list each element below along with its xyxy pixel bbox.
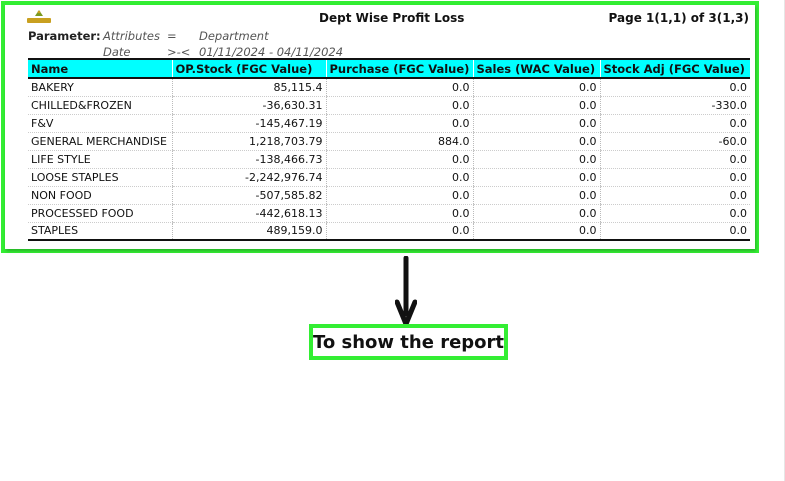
cell-name: NON FOOD <box>28 186 172 205</box>
cell-purchase: 0.0 <box>325 186 473 205</box>
cell-name: LOOSE STAPLES <box>28 168 172 187</box>
cell-stock-adj: -60.0 <box>599 132 750 151</box>
table-row: F&V -145,467.19 0.0 0.0 0.0 <box>28 114 750 133</box>
table-row: BAKERY 85,115.4 0.0 0.0 0.0 <box>28 78 750 97</box>
parameter-key: Date <box>103 45 131 59</box>
cell-op-stock: -36,630.31 <box>171 96 326 115</box>
table-row: LIFE STYLE -138,466.73 0.0 0.0 0.0 <box>28 150 750 169</box>
table-row: LOOSE STAPLES -2,242,976.74 0.0 0.0 0.0 <box>28 168 750 187</box>
cell-purchase: 0.0 <box>325 168 473 187</box>
cell-op-stock: -507,585.82 <box>171 186 326 205</box>
cell-stock-adj: 0.0 <box>599 186 750 205</box>
arrow-down-icon <box>395 256 417 327</box>
logo-mark <box>35 10 43 16</box>
cell-name: GENERAL MERCHANDISE <box>28 132 172 151</box>
cell-op-stock: -138,466.73 <box>171 150 326 169</box>
cell-op-stock: -442,618.13 <box>171 204 326 223</box>
company-logo-icon <box>27 9 51 25</box>
cell-op-stock: 1,218,703.79 <box>171 132 326 151</box>
cell-name: LIFE STYLE <box>28 150 172 169</box>
cell-sales: 0.0 <box>472 186 600 205</box>
parameter-operator: = <box>167 29 177 43</box>
column-header-op-stock: OP.Stock (FGC Value) <box>171 58 326 79</box>
cell-stock-adj: 0.0 <box>599 168 750 187</box>
cell-sales: 0.0 <box>472 222 600 241</box>
cell-op-stock: 85,115.4 <box>171 78 326 97</box>
parameter-key: Attributes <box>103 29 160 43</box>
report-preview: Dept Wise Profit Loss Page 1(1,1) of 3(1… <box>5 5 755 249</box>
cell-stock-adj: -330.0 <box>599 96 750 115</box>
cell-op-stock: -2,242,976.74 <box>171 168 326 187</box>
cell-purchase: 0.0 <box>325 78 473 97</box>
parameter-label: Parameter: <box>28 29 101 43</box>
cell-name: F&V <box>28 114 172 133</box>
cell-sales: 0.0 <box>472 132 600 151</box>
cell-sales: 0.0 <box>472 114 600 133</box>
cell-stock-adj: 0.0 <box>599 204 750 223</box>
cell-op-stock: -145,467.19 <box>171 114 326 133</box>
cell-purchase: 0.0 <box>325 114 473 133</box>
cell-sales: 0.0 <box>472 168 600 187</box>
report-table-body: BAKERY 85,115.4 0.0 0.0 0.0 CHILLED&FROZ… <box>28 78 750 241</box>
cell-purchase: 0.0 <box>325 150 473 169</box>
cell-op-stock: 489,159.0 <box>171 222 326 241</box>
cell-purchase: 0.0 <box>325 222 473 241</box>
table-row: STAPLES 489,159.0 0.0 0.0 0.0 <box>28 222 750 241</box>
cell-stock-adj: 0.0 <box>599 114 750 133</box>
cell-name: CHILLED&FROZEN <box>28 96 172 115</box>
cell-name: BAKERY <box>28 78 172 97</box>
report-table-header: Name OP.Stock (FGC Value) Purchase (FGC … <box>28 58 750 79</box>
table-row: GENERAL MERCHANDISE 1,218,703.79 884.0 0… <box>28 132 750 151</box>
cell-name: PROCESSED FOOD <box>28 204 172 223</box>
cell-sales: 0.0 <box>472 78 600 97</box>
column-header-name: Name <box>28 58 172 79</box>
cell-name: STAPLES <box>28 222 172 241</box>
table-row: NON FOOD -507,585.82 0.0 0.0 0.0 <box>28 186 750 205</box>
cell-stock-adj: 0.0 <box>599 222 750 241</box>
logo-wordmark <box>27 18 51 23</box>
cell-purchase: 0.0 <box>325 204 473 223</box>
cell-stock-adj: 0.0 <box>599 78 750 97</box>
cell-purchase: 0.0 <box>325 96 473 115</box>
report-callout: To show the report <box>309 324 508 360</box>
parameter-operator: >-< <box>167 45 191 59</box>
report-highlight-frame: Dept Wise Profit Loss Page 1(1,1) of 3(1… <box>1 1 759 253</box>
parameter-value: Department <box>199 29 269 43</box>
column-header-purchase: Purchase (FGC Value) <box>325 58 473 79</box>
report-title: Dept Wise Profit Loss <box>319 11 465 25</box>
header-row: Name OP.Stock (FGC Value) Purchase (FGC … <box>28 58 750 79</box>
cell-purchase: 884.0 <box>325 132 473 151</box>
page-info: Page 1(1,1) of 3(1,3) <box>608 11 749 25</box>
cell-stock-adj: 0.0 <box>599 150 750 169</box>
column-header-sales: Sales (WAC Value) <box>472 58 600 79</box>
report-table: Name OP.Stock (FGC Value) Purchase (FGC … <box>28 58 750 241</box>
column-header-stock-adj: Stock Adj (FGC Value) <box>599 58 750 79</box>
parameter-value: 01/11/2024 - 04/11/2024 <box>199 45 344 59</box>
cell-sales: 0.0 <box>472 150 600 169</box>
table-row: PROCESSED FOOD -442,618.13 0.0 0.0 0.0 <box>28 204 750 223</box>
table-row: CHILLED&FROZEN -36,630.31 0.0 0.0 -330.0 <box>28 96 750 115</box>
cell-sales: 0.0 <box>472 96 600 115</box>
cell-sales: 0.0 <box>472 204 600 223</box>
